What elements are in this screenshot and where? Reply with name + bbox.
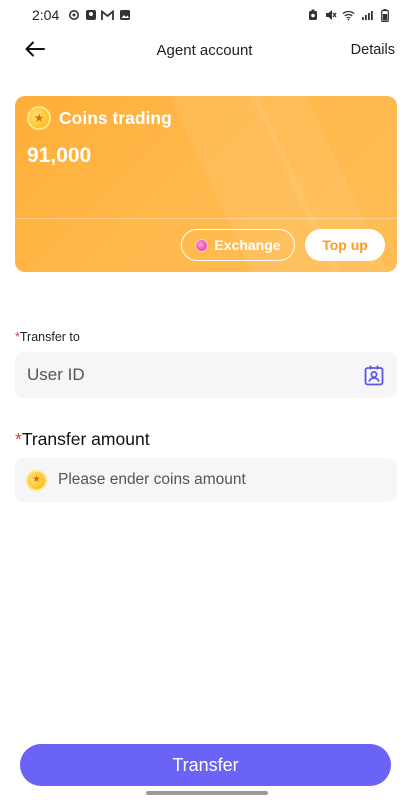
status-time: 2:04 [32,7,60,23]
exchange-label: Exchange [214,237,281,253]
alarm-icon [306,9,319,22]
user-id-input[interactable] [27,365,363,385]
card-title-row: ★ Coins trading [27,106,172,130]
page-title: Agent account [156,42,253,59]
card-title: Coins trading [59,107,172,128]
transfer-to-text: Transfer to [19,330,80,344]
amount-field: ★ [15,458,397,502]
status-notification-icons [67,9,131,22]
coin-balance: 91,000 [27,144,92,167]
transfer-amount-label: *Transfer amount [15,429,150,450]
transfer-amount-text: Transfer amount [21,429,150,449]
home-indicator [146,791,268,795]
wifi-icon [342,9,355,22]
user-id-field [15,352,397,398]
status-bar: 2:04 [0,0,409,30]
card-divider [15,218,397,219]
transfer-button[interactable]: Transfer [20,744,391,786]
gmail-icon [101,9,115,22]
coins-amount-input[interactable] [58,471,386,489]
coins-card: ★ Coins trading 91,000 Exchange Top up [15,96,397,272]
transfer-to-label: *Transfer to [15,330,80,344]
settings-icon [67,9,80,22]
details-link[interactable]: Details [351,42,395,58]
gem-icon [195,238,209,252]
status-system-icons [306,8,391,22]
battery-icon [378,8,391,22]
exchange-button[interactable]: Exchange [181,229,295,261]
top-up-button[interactable]: Top up [305,229,385,261]
coin-icon: ★ [26,469,47,491]
signal-icon [360,9,373,22]
image-icon [118,9,131,22]
app-header: Agent account Details [0,30,409,72]
contact-icon [84,9,97,22]
mute-icon [324,9,337,22]
contact-card-icon[interactable] [363,364,385,386]
required-marker: * [15,429,22,449]
coin-icon: ★ [27,106,51,130]
